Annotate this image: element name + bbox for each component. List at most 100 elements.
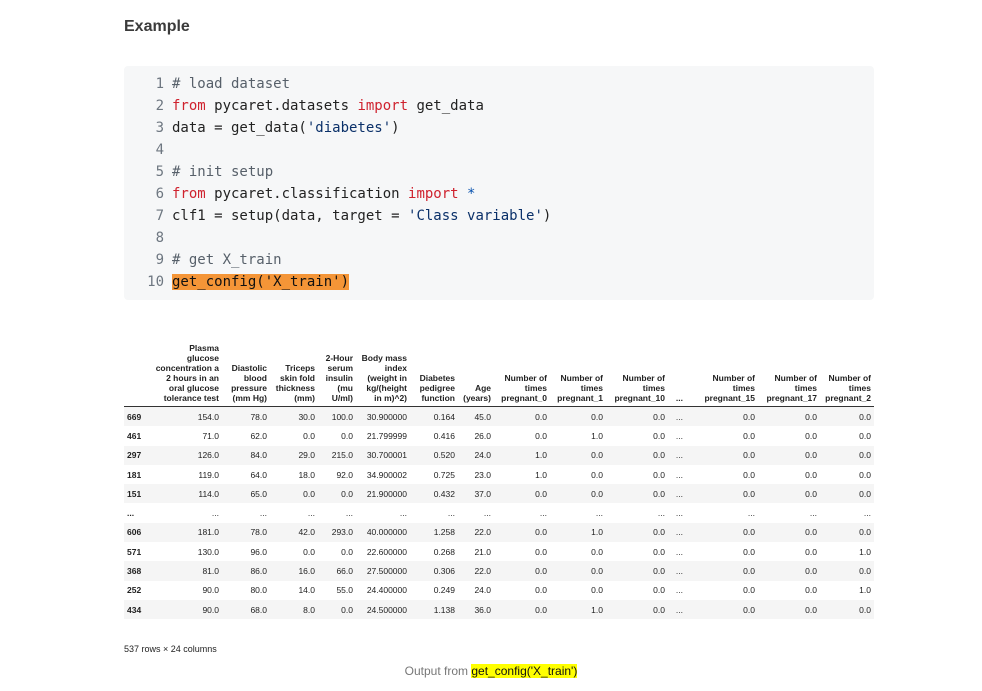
code-token: import bbox=[357, 98, 409, 114]
table-cell: ... bbox=[675, 430, 683, 441]
table-cell: 1.138 bbox=[433, 604, 455, 615]
code-line: 8 bbox=[124, 227, 172, 249]
code-token: get_data bbox=[408, 98, 484, 114]
table-cell: ... bbox=[259, 508, 267, 519]
table-cell: 0.0 bbox=[743, 450, 755, 461]
table-row: 252 90.0 80.0 14.0 55.0 24.400000 0.249 24.0 0.0… bbox=[124, 581, 874, 600]
table-cell: 0.0 bbox=[743, 430, 755, 441]
table-cell: 1.0 bbox=[535, 469, 547, 480]
table-cell: ... bbox=[539, 508, 547, 519]
code-line: 9 # get X_train bbox=[124, 249, 282, 271]
table-cell: 0.0 bbox=[859, 411, 871, 422]
table-cell: 0.0 bbox=[743, 566, 755, 577]
column-header: Age (years) bbox=[458, 343, 494, 407]
table-cell: 40.000000 bbox=[366, 527, 407, 538]
table-cell: 14.0 bbox=[298, 585, 315, 596]
code-line: 5 # init setup bbox=[124, 161, 274, 183]
table-cell: 1.0 bbox=[859, 546, 871, 557]
table-cell: 30.0 bbox=[298, 411, 315, 422]
table-cell: 0.0 bbox=[303, 488, 315, 499]
table-cell: 66.0 bbox=[336, 566, 353, 577]
table-cell: 68.0 bbox=[250, 604, 267, 615]
table-cell: 0.416 bbox=[433, 430, 455, 441]
table-cell: 0.0 bbox=[805, 488, 817, 499]
table-cell: 0.0 bbox=[859, 469, 871, 480]
table-cell: 37.0 bbox=[474, 488, 491, 499]
table-cell: 0.0 bbox=[859, 488, 871, 499]
column-header: Body mass index (weight in kg/(height in… bbox=[356, 343, 410, 407]
table-cell: 36.0 bbox=[474, 604, 491, 615]
table-cell: 0.725 bbox=[433, 469, 455, 480]
table-cell: 0.0 bbox=[535, 546, 547, 557]
table-cell: 23.0 bbox=[474, 469, 491, 480]
table-cell: 126.0 bbox=[197, 450, 219, 461]
table-cell: 0.0 bbox=[859, 430, 871, 441]
table-row: 606 181.0 78.0 42.0 293.0 40.000000 1.258 22.0 0… bbox=[124, 522, 874, 543]
table-cell: 0.0 bbox=[743, 546, 755, 557]
table-row: 669 154.0 78.0 30.0 100.0 30.900000 0.164 45.0 0… bbox=[124, 406, 874, 427]
table-cell: 0.0 bbox=[743, 488, 755, 499]
line-number: 6 bbox=[155, 186, 164, 202]
line-number: 2 bbox=[155, 98, 164, 114]
code-line: 1 # load dataset bbox=[124, 73, 290, 95]
row-index: 606 bbox=[127, 527, 142, 538]
table-cell: 0.0 bbox=[805, 527, 817, 538]
code-line: 4 bbox=[124, 139, 172, 161]
row-index: 368 bbox=[127, 566, 142, 577]
table-cell: 0.0 bbox=[805, 566, 817, 577]
table-cell: 0.0 bbox=[591, 469, 603, 480]
table-cell: 71.0 bbox=[202, 430, 219, 441]
table-cell: 0.0 bbox=[743, 585, 755, 596]
line-number: 10 bbox=[147, 274, 164, 290]
line-number: 1 bbox=[155, 76, 164, 92]
column-header: Diabetes pedigree function bbox=[410, 343, 458, 407]
table-header-row: Plasma glucose concentration a 2 hours i… bbox=[124, 343, 874, 407]
column-header: Number of times pregnant_0 bbox=[494, 343, 550, 407]
table-cell: ... bbox=[675, 469, 683, 480]
table-cell: 24.0 bbox=[474, 450, 491, 461]
table-cell: 90.0 bbox=[202, 585, 219, 596]
table-cell: 154.0 bbox=[197, 411, 219, 422]
table-cell: 0.0 bbox=[743, 527, 755, 538]
table-cell: 34.900002 bbox=[366, 469, 407, 480]
table-cell: 181.0 bbox=[197, 527, 219, 538]
table-cell: 0.0 bbox=[743, 604, 755, 615]
table-cell: ... bbox=[675, 488, 683, 499]
table-cell: 0.0 bbox=[859, 604, 871, 615]
table-cell: 0.0 bbox=[653, 566, 665, 577]
table-cell: 84.0 bbox=[250, 450, 267, 461]
table-cell: 78.0 bbox=[250, 527, 267, 538]
table-cell: 0.0 bbox=[805, 450, 817, 461]
table-cell: 0.0 bbox=[805, 411, 817, 422]
code-line: 3 data = get_data('diabetes') bbox=[124, 117, 400, 139]
table-cell: 65.0 bbox=[250, 488, 267, 499]
table-cell: ... bbox=[307, 508, 315, 519]
table-cell: 0.0 bbox=[653, 585, 665, 596]
line-number: 7 bbox=[155, 208, 164, 224]
table-cell: 29.0 bbox=[298, 450, 315, 461]
table-cell: 1.0 bbox=[591, 527, 603, 538]
column-header: Number of times pregnant_2 bbox=[820, 343, 874, 407]
table-cell: 22.0 bbox=[474, 566, 491, 577]
table-row: 297 126.0 84.0 29.0 215.0 30.700001 0.520 24.0 1… bbox=[124, 445, 874, 465]
caption-highlight: get_config('X_train') bbox=[471, 664, 578, 678]
table-row: 181 119.0 64.0 18.0 92.0 34.900002 0.725 23.0 1.… bbox=[124, 465, 874, 484]
table-cell: 0.0 bbox=[805, 585, 817, 596]
table-cell: 1.0 bbox=[535, 450, 547, 461]
line-number: 8 bbox=[155, 230, 164, 246]
row-index: 461 bbox=[127, 430, 142, 441]
table-cell: 24.0 bbox=[474, 585, 491, 596]
table-cell: 1.0 bbox=[591, 430, 603, 441]
table-cell: 0.249 bbox=[433, 585, 455, 596]
figure-caption: Output from get_config('X_train') bbox=[0, 664, 982, 678]
table-cell: 0.164 bbox=[433, 411, 455, 422]
table-cell: 114.0 bbox=[198, 488, 219, 499]
table-cell: 0.520 bbox=[433, 450, 455, 461]
code-token: pycaret.classification bbox=[205, 186, 409, 202]
table-cell: ... bbox=[675, 450, 683, 461]
table-cell: 86.0 bbox=[250, 566, 267, 577]
table-cell: ... bbox=[211, 508, 219, 519]
table-cell: 0.0 bbox=[341, 488, 353, 499]
table-cell: 1.0 bbox=[859, 585, 871, 596]
table-cell: 0.0 bbox=[341, 430, 353, 441]
